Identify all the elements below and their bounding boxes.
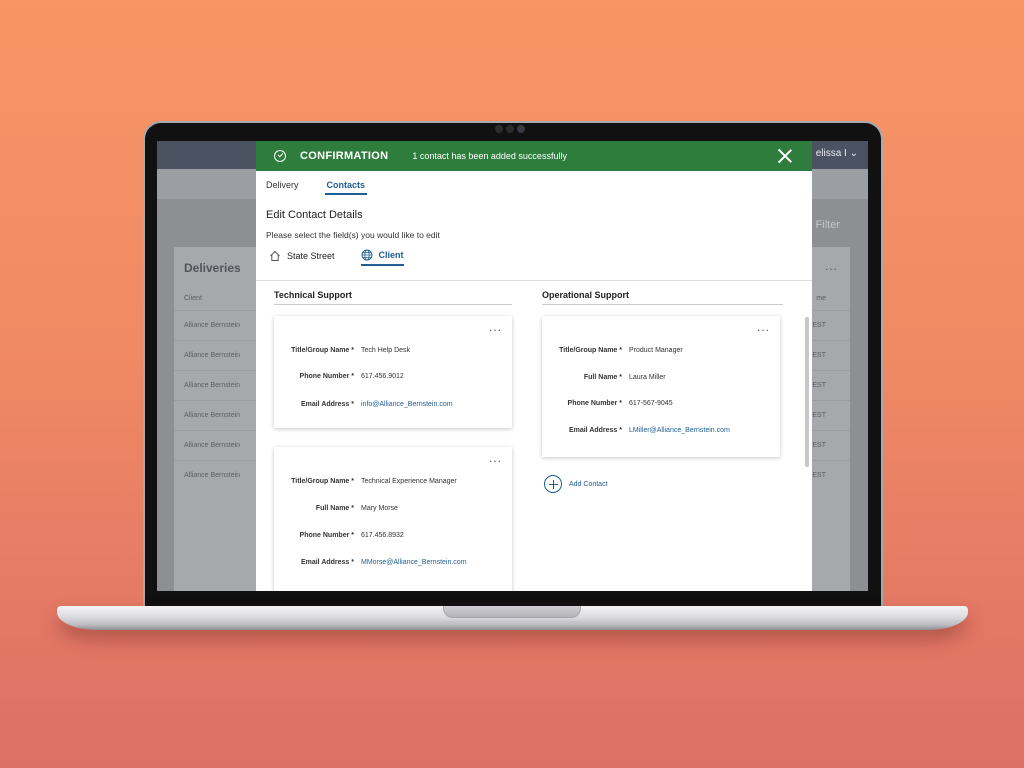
contact-card: ... Title/Group Name * Tech Help Desk Pho…	[274, 316, 512, 428]
user-menu[interactable]: elissa I ⌄	[816, 148, 858, 159]
selector-state-street[interactable]: State Street	[269, 249, 335, 266]
confirmation-banner: CONFIRMATION 1 contact has been added su…	[256, 141, 812, 171]
contact-field[interactable]: Full Name * Laura Miller	[542, 374, 666, 381]
card-more-button[interactable]: ...	[757, 320, 770, 334]
scrollbar[interactable]	[805, 317, 809, 467]
panel-more-button[interactable]: ...	[825, 259, 838, 273]
add-contact-button[interactable]: Add Contact	[544, 475, 608, 493]
selector-client[interactable]: Client	[360, 249, 404, 266]
contact-field[interactable]: Email Address * MMorse@Alliance_Bernstein…	[274, 559, 467, 566]
banner-message: 1 contact has been added successfully	[412, 151, 567, 161]
contact-type-selector: State Street Client	[269, 249, 404, 266]
house-icon	[270, 250, 280, 261]
laptop-notch	[443, 606, 581, 618]
tab-contacts[interactable]: Contacts	[324, 180, 368, 195]
filter-button[interactable]: Filter	[816, 219, 840, 231]
operational-support-heading: Operational Support	[542, 290, 783, 305]
edit-contact-modal: CONFIRMATION 1 contact has been added su…	[256, 141, 812, 591]
camera-icon	[495, 125, 525, 133]
contact-card: ... Title/Group Name * Product Manager Fu…	[542, 316, 780, 457]
contact-field[interactable]: Phone Number * 617.456.9012	[274, 373, 404, 380]
column-header-client: Client	[184, 295, 202, 302]
banner-title: CONFIRMATION	[300, 150, 389, 162]
contact-field[interactable]: Email Address * info@Alliance_Bernstein.c…	[274, 401, 453, 408]
contact-field[interactable]: Phone Number * 617-567-9045	[542, 400, 673, 407]
column-header-right: me	[816, 295, 826, 302]
close-icon[interactable]	[776, 147, 794, 165]
tab-bar: Delivery Contacts	[266, 180, 368, 195]
technical-support-heading: Technical Support	[274, 290, 512, 305]
divider	[256, 280, 812, 281]
screen: elissa I ⌄ Filter Deliveries ... Client …	[157, 141, 868, 591]
card-more-button[interactable]: ...	[489, 320, 502, 334]
contact-field[interactable]: Email Address * LMiller@Alliance_Bernstei…	[542, 427, 730, 434]
card-more-button[interactable]: ...	[489, 451, 502, 465]
contact-field[interactable]: Full Name * Mary Morse	[274, 505, 398, 512]
page-title: Edit Contact Details	[266, 209, 363, 221]
add-contact-label: Add Contact	[569, 480, 608, 488]
scrollbar-thumb[interactable]	[805, 317, 809, 467]
page-subtitle: Please select the field(s) you would lik…	[266, 230, 440, 240]
contact-field[interactable]: Title/Group Name * Tech Help Desk	[274, 347, 410, 354]
contact-field[interactable]: Title/Group Name * Technical Experience M…	[274, 478, 457, 485]
check-circle-icon	[274, 150, 286, 162]
contact-field[interactable]: Phone Number * 617.456.8932	[274, 532, 404, 539]
plus-circle-icon	[544, 475, 562, 493]
panel-title: Deliveries	[184, 261, 241, 275]
tab-delivery[interactable]: Delivery	[266, 180, 299, 195]
contact-card: ... Title/Group Name * Technical Experien…	[274, 447, 512, 591]
globe-icon	[361, 249, 372, 261]
contact-field[interactable]: Title/Group Name * Product Manager	[542, 347, 683, 354]
